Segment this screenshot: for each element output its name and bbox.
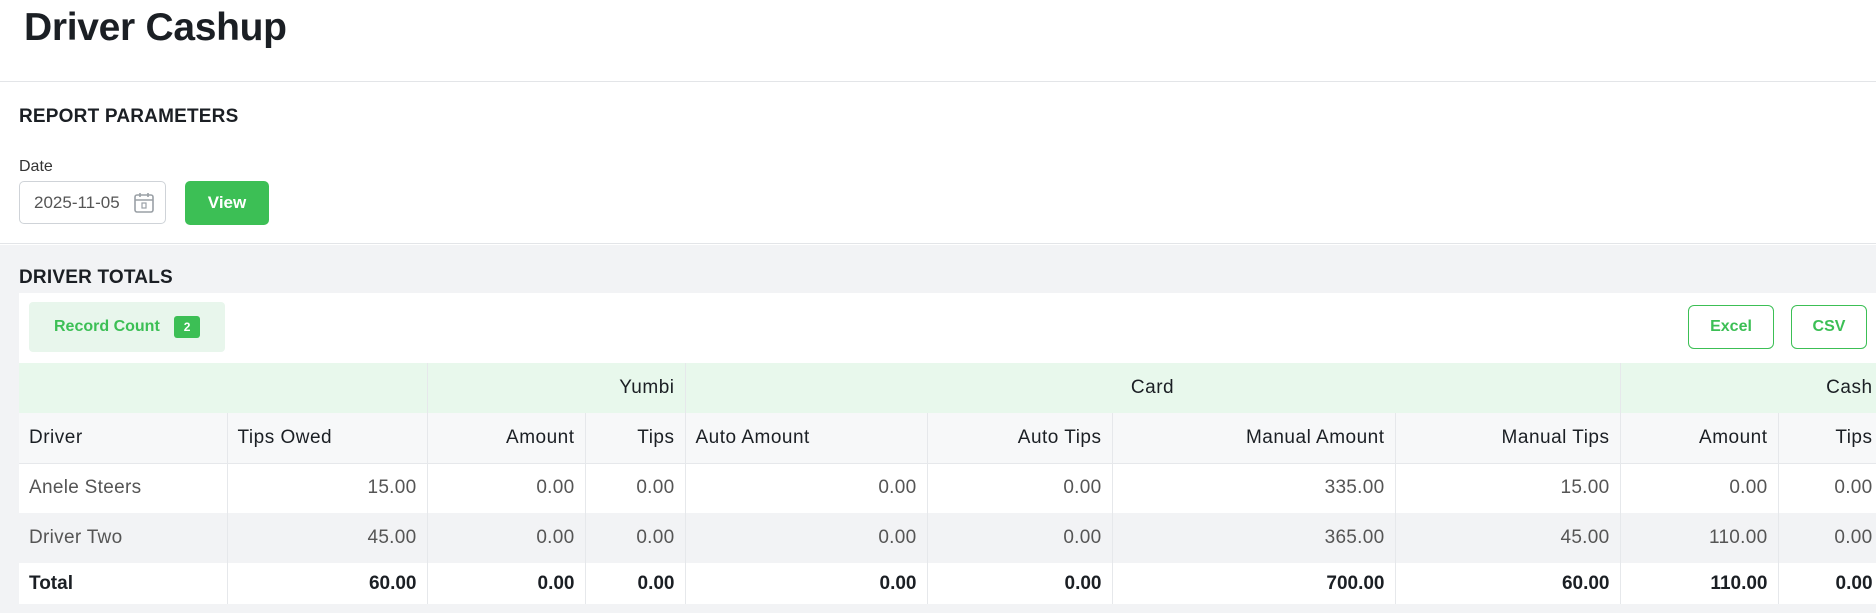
- col-header-cash-tips[interactable]: Tips: [1778, 413, 1876, 464]
- col-header-auto-tips[interactable]: Auto Tips: [927, 413, 1113, 464]
- table-cell: 0.00: [927, 463, 1113, 513]
- total-cell: 60.00: [1395, 563, 1621, 604]
- date-field[interactable]: 2025-11-05: [19, 181, 166, 224]
- total-label: Total: [19, 563, 228, 604]
- table-cell: 0.00: [927, 513, 1113, 563]
- total-cell: 60.00: [227, 563, 428, 604]
- table-cell: 15.00: [227, 463, 428, 513]
- page-title: Driver Cashup: [24, 6, 287, 49]
- col-header-auto-amount[interactable]: Auto Amount: [685, 413, 928, 464]
- col-header-yumbi-tips[interactable]: Tips: [585, 413, 686, 464]
- total-cell: 0.00: [685, 563, 928, 604]
- group-header-yumbi: Yumbi: [427, 363, 686, 413]
- total-cell: 700.00: [1112, 563, 1396, 604]
- table-cell: 15.00: [1395, 463, 1621, 513]
- date-value: 2025-11-05: [34, 192, 120, 212]
- driver-totals-panel: DRIVER TOTALS Record Count 2 Excel CSV Y…: [0, 245, 1876, 613]
- table-row: Anele Steers 15.00 0.00 0.00 0.00 0.00 3…: [19, 463, 1876, 513]
- group-header-cash: Cash: [1620, 363, 1876, 413]
- page-header: Driver Cashup: [0, 0, 1876, 82]
- column-header-row: Driver Tips Owed Amount Tips Auto Amount…: [19, 413, 1876, 464]
- table-cell: 0.00: [685, 513, 928, 563]
- record-count-badge: 2: [173, 316, 201, 338]
- col-header-driver[interactable]: Driver: [19, 413, 228, 464]
- table-toolbar: Record Count 2 Excel CSV: [19, 293, 1876, 363]
- group-header-row: Yumbi Card Cash: [19, 363, 1876, 413]
- date-label: Date: [19, 158, 53, 175]
- table-cell: 0.00: [585, 513, 686, 563]
- table-cell: 0.00: [1778, 463, 1876, 513]
- col-header-manual-amount[interactable]: Manual Amount: [1112, 413, 1396, 464]
- total-cell: 0.00: [585, 563, 686, 604]
- col-header-tips-owed[interactable]: Tips Owed: [227, 413, 428, 464]
- record-count-label: Record Count: [54, 318, 160, 335]
- table-cell: 45.00: [227, 513, 428, 563]
- col-header-cash-amount[interactable]: Amount: [1620, 413, 1779, 464]
- table-cell: 45.00: [1395, 513, 1621, 563]
- excel-export-button[interactable]: Excel: [1688, 305, 1774, 349]
- driver-link[interactable]: Driver Two: [19, 513, 228, 563]
- driver-totals-table: Yumbi Card Cash Driver Tips Owed Amount …: [19, 363, 1876, 604]
- total-cell: 0.00: [1778, 563, 1876, 604]
- table-row: Driver Two 45.00 0.00 0.00 0.00 0.00 365…: [19, 513, 1876, 563]
- table-cell: 0.00: [1778, 513, 1876, 563]
- group-header-blank: [19, 363, 428, 413]
- total-row: Total 60.00 0.00 0.00 0.00 0.00 700.00 6…: [19, 563, 1876, 604]
- report-parameters-panel: REPORT PARAMETERS Date 2025-11-05 View: [0, 82, 1876, 244]
- driver-totals-title: DRIVER TOTALS: [19, 267, 173, 288]
- table-cell: 365.00: [1112, 513, 1396, 563]
- report-parameters-title: REPORT PARAMETERS: [19, 106, 239, 127]
- col-header-yumbi-amount[interactable]: Amount: [427, 413, 586, 464]
- table-cell: 0.00: [1620, 463, 1779, 513]
- record-count: Record Count 2: [29, 302, 225, 352]
- table-cell: 110.00: [1620, 513, 1779, 563]
- table-cell: 0.00: [427, 513, 586, 563]
- table-cell: 0.00: [585, 463, 686, 513]
- total-cell: 0.00: [927, 563, 1113, 604]
- table-cell: 0.00: [685, 463, 928, 513]
- table-cell: 335.00: [1112, 463, 1396, 513]
- table-cell: 0.00: [427, 463, 586, 513]
- total-cell: 110.00: [1620, 563, 1779, 604]
- csv-export-button[interactable]: CSV: [1791, 305, 1867, 349]
- total-cell: 0.00: [427, 563, 586, 604]
- view-button[interactable]: View: [185, 181, 269, 225]
- calendar-icon[interactable]: [132, 191, 156, 215]
- driver-link[interactable]: Anele Steers: [19, 463, 228, 513]
- group-header-card: Card: [685, 363, 1621, 413]
- col-header-manual-tips[interactable]: Manual Tips: [1395, 413, 1621, 464]
